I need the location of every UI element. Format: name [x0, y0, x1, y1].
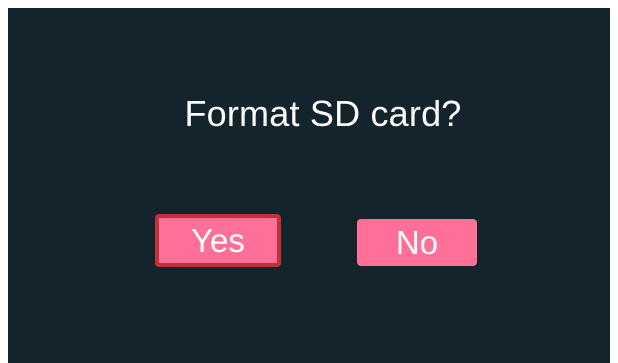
dialog-question: Format SD card?	[184, 93, 462, 134]
dialog-screen: Format SD card? Yes No	[8, 8, 610, 363]
no-button[interactable]: No	[357, 219, 477, 266]
yes-button[interactable]: Yes	[155, 214, 281, 267]
